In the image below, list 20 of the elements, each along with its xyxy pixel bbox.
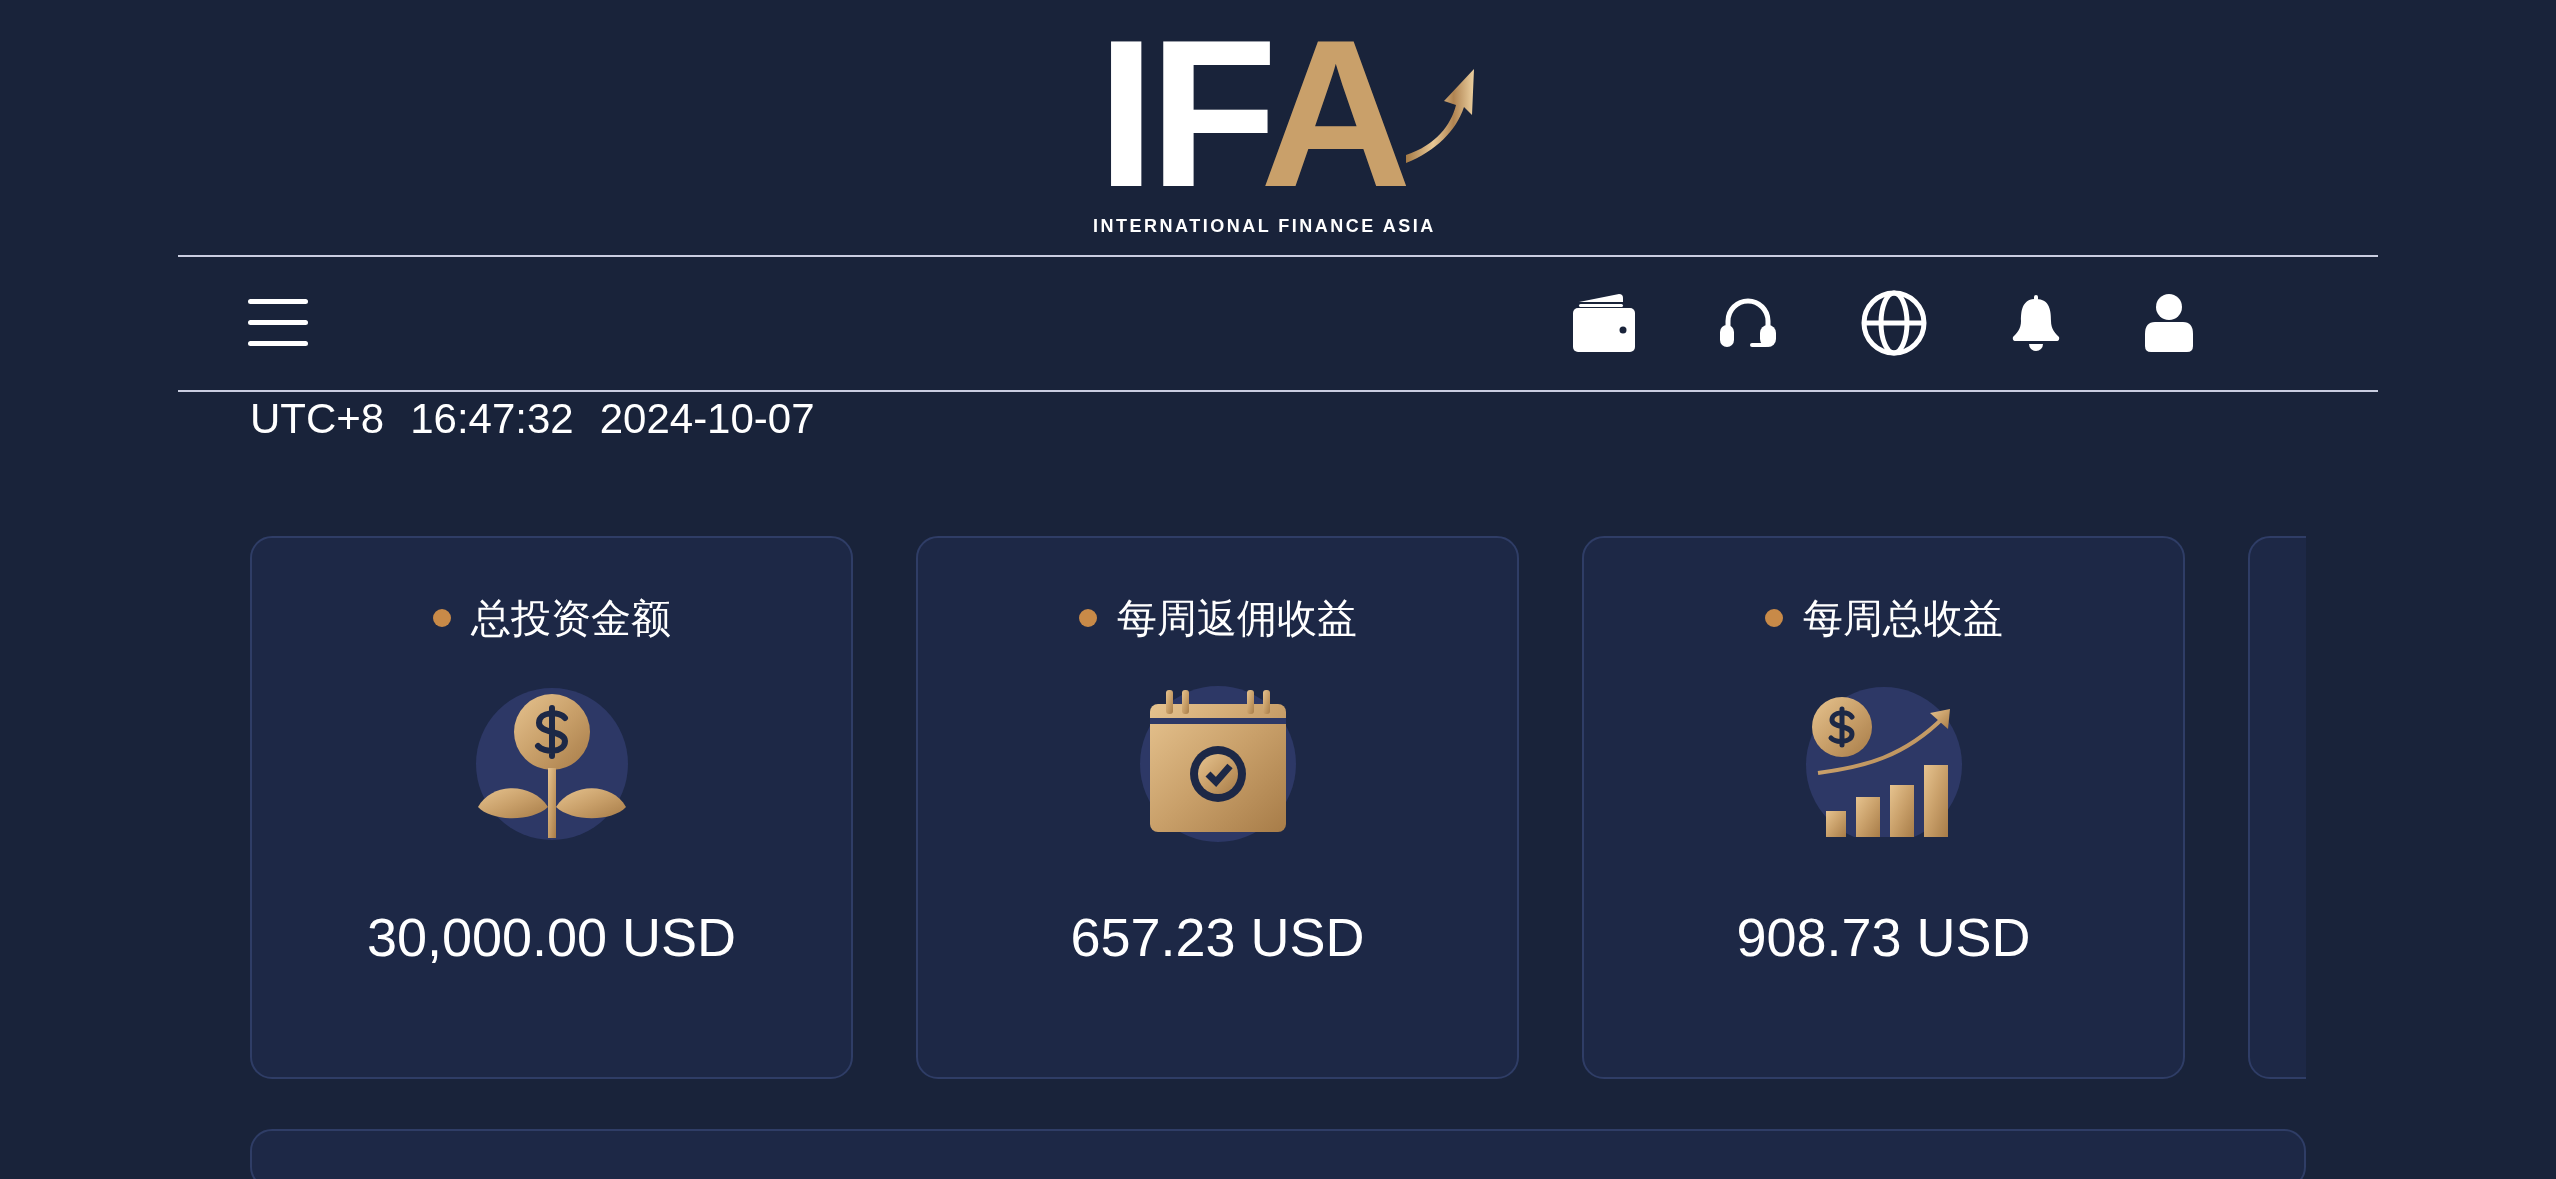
card-title: 每周返佣收益 [1116,597,1357,638]
wallet-icon[interactable] [1573,294,1635,353]
logo-mark: IFA [1097,24,1406,205]
clock-date: 2024-10-07 [599,397,815,440]
user-icon[interactable] [2145,294,2193,353]
card-value: 657.23 USD [1070,909,1365,964]
card-value: 908.73 USD [1736,909,2031,964]
bell-icon[interactable] [2012,295,2060,352]
bullet-dot-icon [1078,608,1097,627]
bullet-dot-icon [1764,608,1783,627]
growth-chart-icon [1803,686,1964,837]
clock-time: 16:47:32 [410,397,574,440]
logo-tagline: INTERNATIONAL FINANCE ASIA [1093,216,1436,235]
globe-icon[interactable] [1861,290,1927,357]
headset-icon[interactable] [1720,297,1776,350]
card-title: 每周总收益 [1802,597,2003,638]
bullet-dot-icon [432,608,451,627]
timezone-label: UTC+8 [250,397,385,440]
card-value: 30,000.00 USD [366,909,737,964]
card-title: 总投资金额 [470,597,671,638]
